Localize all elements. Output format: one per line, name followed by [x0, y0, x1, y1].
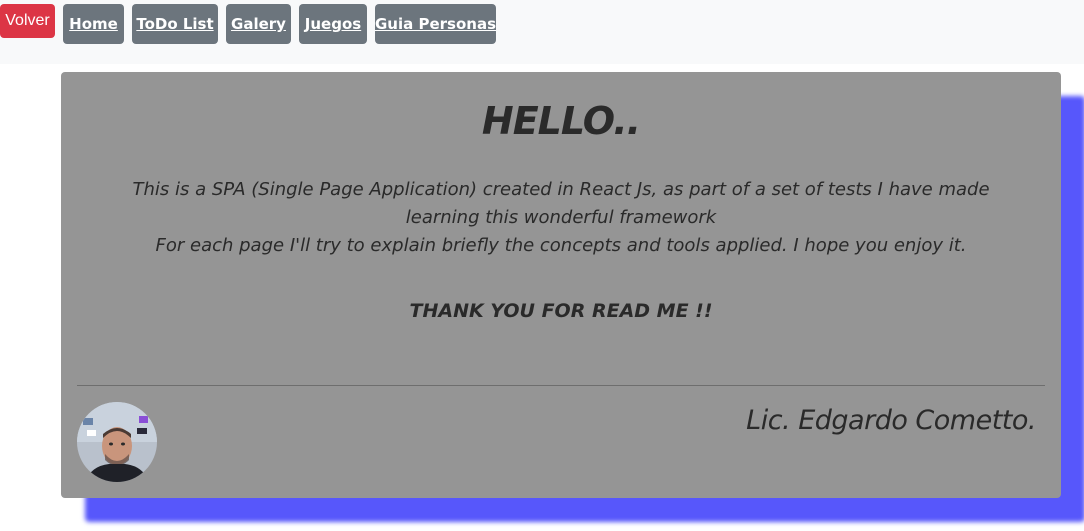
- nav-todo-list-button[interactable]: ToDo List: [132, 4, 218, 44]
- top-navbar: Volver Home ToDo List Galery Juegos Guia…: [0, 0, 1084, 64]
- divider: [77, 385, 1045, 386]
- thanks-text: THANK YOU FOR READ ME !!: [409, 300, 713, 322]
- volver-button[interactable]: Volver: [0, 4, 55, 38]
- nav-guia-personas-button[interactable]: Guia Personas: [375, 4, 496, 44]
- intro-card: HELLO.. This is a SPA (Single Page Appli…: [61, 72, 1061, 498]
- nav-galery-button[interactable]: Galery: [226, 4, 291, 44]
- card-description: This is a SPA (Single Page Application) …: [101, 176, 1021, 260]
- card-title: HELLO..: [481, 99, 641, 143]
- nav-home-button[interactable]: Home: [63, 4, 124, 44]
- description-line-1: This is a SPA (Single Page Application) …: [132, 179, 990, 228]
- avatar-photo-icon: [77, 402, 157, 482]
- author-avatar: [77, 402, 157, 482]
- nav-juegos-button[interactable]: Juegos: [299, 4, 367, 44]
- description-line-2: For each page I'll try to explain briefl…: [155, 235, 967, 256]
- author-signature: Lic. Edgardo Cometto.: [746, 405, 1036, 436]
